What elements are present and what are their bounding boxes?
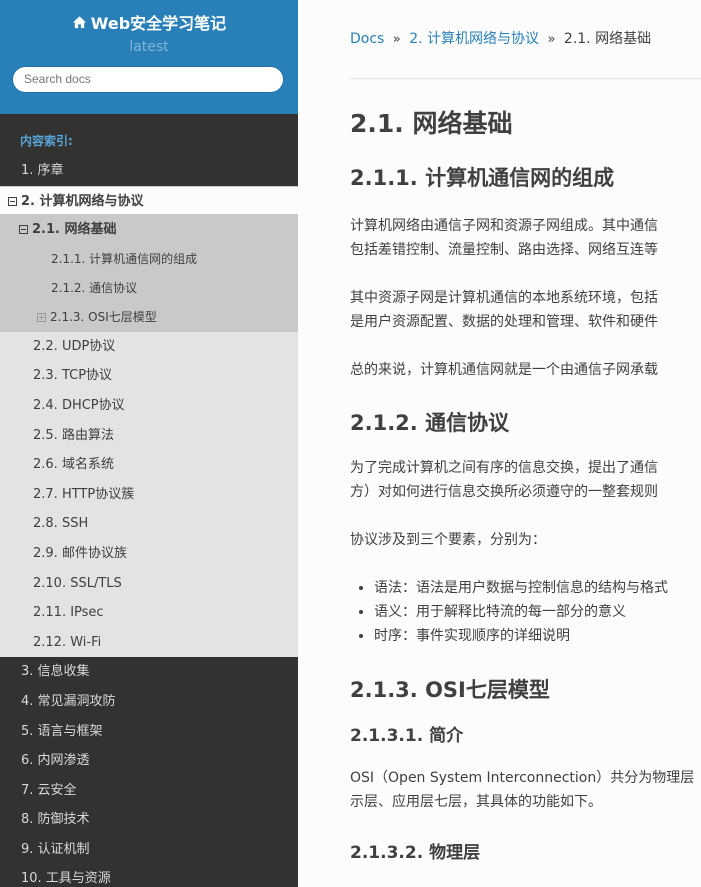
sidebar-header: Web安全学习笔记 latest xyxy=(0,0,298,114)
nav-item-vulns[interactable]: 4. 常见漏洞攻防 xyxy=(0,687,298,717)
list-item: 语法：语法是用户数据与控制信息的结构与格式 xyxy=(374,576,701,600)
nav-item-tools[interactable]: 10. 工具与资源 xyxy=(0,864,298,887)
main-content: Docs » 2. 计算机网络与协议 » 2.1. 网络基础 2.1. 网络基础… xyxy=(298,0,701,887)
paragraph: 为了完成计算机之间有序的信息交换，提出了通信 方）对如何进行信息交换所必须遵守的… xyxy=(350,456,701,504)
nav-item-defense[interactable]: 8. 防御技术 xyxy=(0,805,298,835)
paragraph: 协议涉及到三个要素，分别为： xyxy=(350,532,546,548)
text-line: 方）对如何进行信息交换所必须遵守的一整套规则 xyxy=(350,484,658,500)
nav-item-dhcp[interactable]: 2.4. DHCP协议 xyxy=(0,390,298,421)
nav-item-http[interactable]: 2.7. HTTP协议簇 xyxy=(0,479,298,510)
nav-item-cloud[interactable]: 7. 云安全 xyxy=(0,776,298,806)
expand-icon[interactable] xyxy=(37,312,46,322)
paragraph: 计算机网络由通信子网和资源子网组成。其中通信 包括差错控制、流量控制、路由选择、… xyxy=(350,214,701,262)
subsection-title-intro: 2.1.3.1. 简介 xyxy=(350,726,464,746)
nav-item-udp[interactable]: 2.2. UDP协议 xyxy=(0,331,298,362)
nav-item-ssl[interactable]: 2.10. SSL/TLS xyxy=(0,568,298,599)
collapse-icon[interactable] xyxy=(8,196,17,206)
nav-item-dns[interactable]: 2.6. 域名系统 xyxy=(0,450,298,480)
header-divider xyxy=(350,78,701,79)
site-title-link[interactable]: Web安全学习笔记 xyxy=(72,11,226,33)
text-line: 计算机网络由通信子网和资源子网组成。其中通信 xyxy=(350,218,658,234)
paragraph: 其中资源子网是计算机通信的本地系统环境，包括 是用户资源配置、数据的处理和管理、… xyxy=(350,286,701,334)
home-icon xyxy=(72,15,86,28)
section-title-comm-network: 2.1.1. 计算机通信网的组成 xyxy=(350,166,615,190)
page-title: 2.1. 网络基础 xyxy=(350,109,513,138)
section-title-osi-model: 2.1.3. OSI七层模型 xyxy=(350,678,550,702)
version-label: latest xyxy=(129,38,169,55)
nav-item-intranet[interactable]: 6. 内网渗透 xyxy=(0,746,298,776)
subsection-title-physical-layer: 2.1.3.2. 物理层 xyxy=(350,843,481,863)
breadcrumb-separator: » xyxy=(392,32,401,47)
text-line: 包括差错控制、流量控制、路由选择、网络互连等 xyxy=(350,242,658,258)
paragraph: OSI（Open System Interconnection）共分为物理层 示… xyxy=(350,766,701,814)
nav-item-ipsec[interactable]: 2.11. IPsec xyxy=(0,598,298,628)
breadcrumb-parent-link[interactable]: 2. 计算机网络与协议 xyxy=(409,31,539,47)
breadcrumb-separator: » xyxy=(547,32,556,47)
nav-item-lang[interactable]: 5. 语言与框架 xyxy=(0,717,298,747)
nav-item-label: 2. 计算机网络与协议 xyxy=(21,193,144,209)
nav-item-osi-model[interactable]: 2.1.3. OSI七层模型 xyxy=(0,302,298,332)
nav-item-comm-network[interactable]: 2.1.1. 计算机通信网的组成 xyxy=(0,244,298,274)
nav-item-network[interactable]: 2. 计算机网络与协议 xyxy=(0,185,298,216)
nav-item-wifi[interactable]: 2.12. Wi-Fi xyxy=(0,627,298,658)
nav-item-preface[interactable]: 1. 序章 xyxy=(0,156,298,186)
breadcrumb: Docs » 2. 计算机网络与协议 » 2.1. 网络基础 xyxy=(350,28,651,50)
nav-item-label: 2.1. 网络基础 xyxy=(32,222,117,238)
nav-item-comm-protocol[interactable]: 2.1.2. 通信协议 xyxy=(0,273,298,303)
text-line: 示层、应用层七层，其具体的功能如下。 xyxy=(350,794,602,810)
nav-caption: 内容索引: xyxy=(20,134,73,148)
search-input[interactable] xyxy=(24,72,264,86)
nav-item-mail[interactable]: 2.9. 邮件协议族 xyxy=(0,538,298,569)
nav-item-label: 2.1.3. OSI七层模型 xyxy=(50,309,157,324)
article-body: 2.1. 网络基础 2.1.1. 计算机通信网的组成 计算机网络由通信子网和资源… xyxy=(350,106,701,866)
paragraph: 总的来说，计算机通信网就是一个由通信子网承载 xyxy=(350,362,658,378)
collapse-icon[interactable] xyxy=(19,225,28,235)
search-box[interactable] xyxy=(12,65,284,93)
list-item: 时序：事件实现顺序的详细说明 xyxy=(374,624,701,648)
nav-item-tcp[interactable]: 2.3. TCP协议 xyxy=(0,361,298,391)
protocol-elements-list: 语法：语法是用户数据与控制信息的结构与格式 语义：用于解释比特流的每一部分的意义… xyxy=(350,576,701,648)
nav-item-recon[interactable]: 3. 信息收集 xyxy=(0,657,298,687)
text-line: OSI（Open System Interconnection）共分为物理层 xyxy=(350,770,695,786)
text-line: 为了完成计算机之间有序的信息交换，提出了通信 xyxy=(350,460,658,476)
breadcrumb-docs-link[interactable]: Docs xyxy=(350,31,384,47)
nav-item-ssh[interactable]: 2.8. SSH xyxy=(0,509,298,539)
breadcrumb-current: 2.1. 网络基础 xyxy=(563,31,652,47)
list-item: 语义：用于解释比特流的每一部分的意义 xyxy=(374,600,701,624)
section-title-comm-protocol: 2.1.2. 通信协议 xyxy=(350,411,510,435)
nav-item-auth[interactable]: 9. 认证机制 xyxy=(0,835,298,865)
site-title: Web安全学习笔记 xyxy=(90,14,227,33)
sidebar: Web安全学习笔记 latest 内容索引: 1. 序章 2. 计算机网络与协议… xyxy=(0,0,298,887)
text-line: 是用户资源配置、数据的处理和管理、软件和硬件 xyxy=(350,314,658,330)
text-line: 其中资源子网是计算机通信的本地系统环境，包括 xyxy=(350,290,658,306)
nav-item-routing[interactable]: 2.5. 路由算法 xyxy=(0,420,298,451)
nav-item-network-basics[interactable]: 2.1. 网络基础 xyxy=(0,215,298,245)
